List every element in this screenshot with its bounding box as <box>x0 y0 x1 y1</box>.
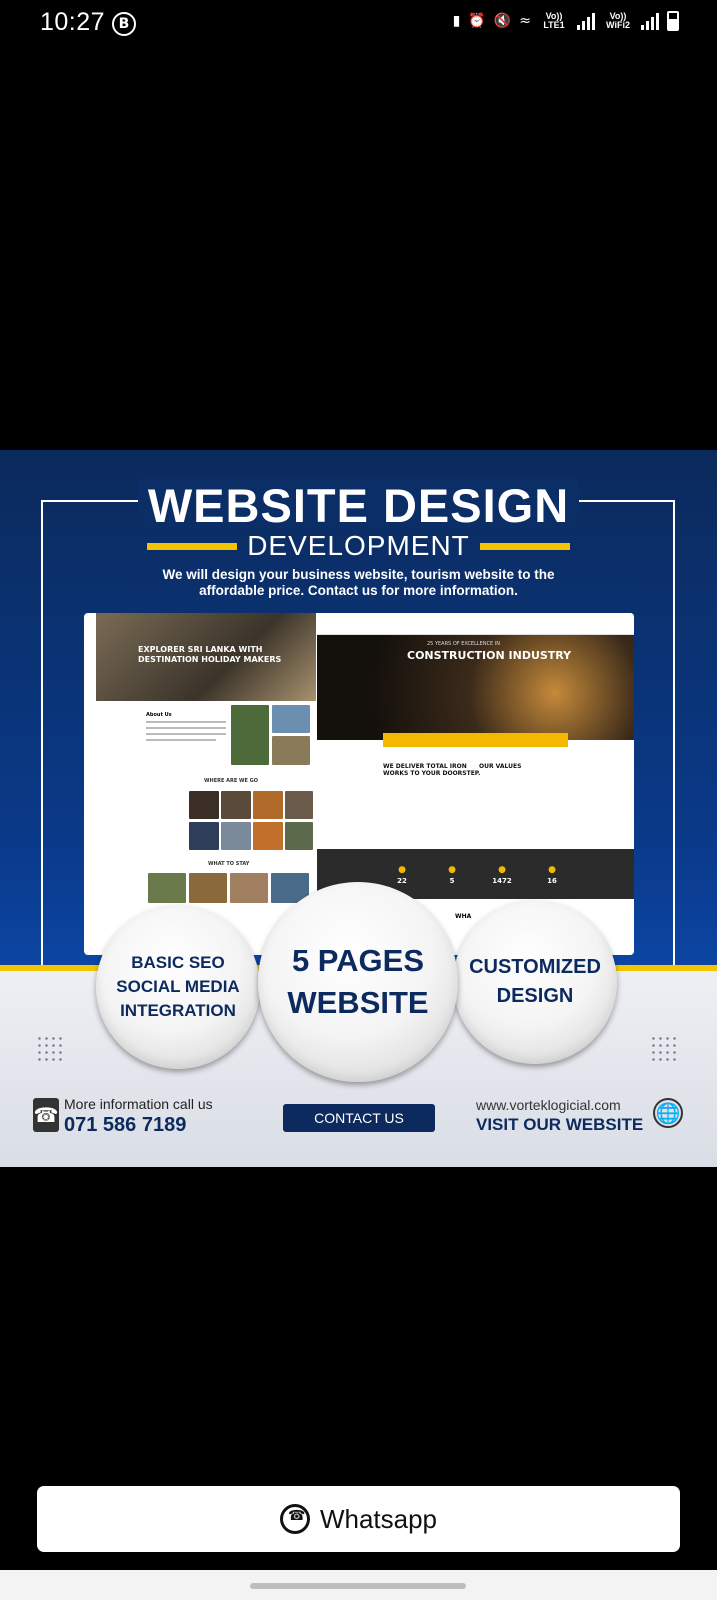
phone-number: 071 586 7189 <box>64 1114 187 1136</box>
stat-icon: ● <box>448 865 456 875</box>
stat-value: 1472 <box>492 877 512 885</box>
wifi-icon: ≈ <box>519 13 531 29</box>
dot-pattern <box>650 1035 680 1065</box>
stat-icon: ● <box>398 865 406 875</box>
b-notification-icon: B <box>112 12 136 36</box>
globe-icon: 🌐 <box>653 1098 683 1128</box>
gallery-photo <box>253 791 283 819</box>
signal-icon <box>641 12 659 30</box>
gallery-photo <box>221 791 251 819</box>
hero-small-text: 25 YEARS OF EXCELLENCE IN <box>427 641 501 647</box>
hotel-photo <box>148 873 186 903</box>
description-line: affordable price. Contact us for more in… <box>199 583 518 598</box>
tourism-site-mockup: EXPLORER SRI LANKA WITH DESTINATION HOLI… <box>96 613 316 955</box>
circle-line: CUSTOMIZED <box>469 956 601 978</box>
circle-line: INTEGRATION <box>120 1001 236 1020</box>
custom-design-circle: CUSTOMIZED DESIGN <box>453 900 617 1064</box>
mock-nav <box>317 613 634 635</box>
description-line: We will design your business website, to… <box>162 567 555 582</box>
yellow-divider <box>479 542 570 550</box>
whatsapp-label: Whatsapp <box>319 1503 438 1534</box>
gallery-photo <box>221 822 251 850</box>
alarm-icon: ⏰ <box>468 13 486 29</box>
gallery-photo <box>189 822 219 850</box>
hotel-photo <box>189 873 227 903</box>
stat-value: 22 <box>397 877 407 885</box>
circle-line: SOCIAL MEDIA <box>116 977 240 996</box>
wifi2-label: Vo)) WiFi2 <box>606 11 630 30</box>
more-info-text: More information call us <box>64 1096 213 1112</box>
mute-icon: 🔇 <box>493 13 512 29</box>
circle-line: 5 PAGES <box>291 943 425 978</box>
clock: 10:27 <box>40 8 106 36</box>
battery-saver-icon: ▮ <box>452 13 461 29</box>
text-placeholder <box>146 727 226 729</box>
stat-item: ● 22 <box>382 865 422 885</box>
dot-pattern <box>36 1035 66 1065</box>
signal-icon <box>577 12 595 30</box>
gallery-photo <box>189 791 219 819</box>
contact-us-label: CONTACT US <box>283 1104 435 1132</box>
poster-description: We will design your business website, to… <box>0 567 717 599</box>
stat-value: 5 <box>449 877 455 885</box>
stat-item: ● 5 <box>432 865 472 885</box>
system-nav-bar <box>0 1570 717 1600</box>
circle-line: DESIGN <box>496 985 574 1007</box>
stat-icon: ● <box>548 865 556 875</box>
stat-item: ● 16 <box>532 865 572 885</box>
values-heading: OUR VALUES <box>479 763 522 770</box>
gallery-photo <box>285 822 313 850</box>
stat-value: 16 <box>547 877 557 885</box>
mock-bottom-text: WHA <box>455 913 472 920</box>
text-placeholder <box>146 739 216 741</box>
lte-label: Vo)) LTE1 <box>543 11 565 30</box>
where-heading: WHERE ARE WE GO <box>204 778 259 784</box>
ad-poster-image: WEBSITE DESIGN DEVELOPMENT We will desig… <box>0 450 717 1167</box>
deliver-heading: WE DELIVER TOTAL IRON WORKS TO YOUR DOOR… <box>383 763 480 777</box>
yellow-divider <box>147 542 238 550</box>
deliver-line: WORKS TO YOUR DOORSTEP. <box>383 770 481 777</box>
tourism-hero-image: EXPLORER SRI LANKA WITH DESTINATION HOLI… <box>96 613 316 701</box>
poster-title: WEBSITE DESIGN <box>0 478 717 533</box>
whatsapp-button[interactable]: Whatsapp <box>37 1486 680 1552</box>
visit-website-text: VISIT OUR WEBSITE <box>476 1115 644 1134</box>
hotel-photo <box>230 873 268 903</box>
website-url: www.vorteklogicial.com <box>476 1097 621 1113</box>
hero-line: EXPLORER SRI LANKA WITH <box>138 645 263 654</box>
construction-hero-image: 25 YEARS OF EXCELLENCE IN CONSTRUCTION I… <box>317 635 634 740</box>
hero-title-text: CONSTRUCTION INDUSTRY <box>407 649 572 662</box>
stat-item: ● 1472 <box>482 865 522 885</box>
about-heading: About Us <box>146 712 172 718</box>
gallery-photo <box>253 822 283 850</box>
waterfall-photo <box>231 705 269 765</box>
pages-feature-circle: 5 PAGES WEBSITE <box>258 882 458 1082</box>
text-placeholder <box>146 721 226 723</box>
circle-line: BASIC SEO <box>131 953 225 972</box>
whatsapp-icon <box>279 1504 310 1534</box>
gesture-handle[interactable] <box>250 1583 466 1589</box>
landscape-photo <box>272 705 310 733</box>
poster-subtitle: DEVELOPMENT <box>247 530 470 561</box>
battery-icon <box>667 11 679 31</box>
phone-icon: ☎ <box>33 1098 59 1132</box>
circle-line: WEBSITE <box>287 985 429 1020</box>
yellow-banner <box>383 733 568 747</box>
stat-icon: ● <box>498 865 506 875</box>
group-photo <box>272 736 310 765</box>
status-bar: 10:27 B ▮ ⏰ 🔇 ≈ Vo)) LTE1 Vo)) WiFi2 <box>0 0 717 50</box>
poster-title-text: WEBSITE DESIGN <box>137 479 580 532</box>
gallery-photo <box>285 791 313 819</box>
stay-heading: WHAT TO STAY <box>208 861 250 867</box>
seo-feature-circle: BASIC SEO SOCIAL MEDIA INTEGRATION <box>96 905 260 1069</box>
deliver-line: WE DELIVER TOTAL IRON <box>383 763 467 770</box>
status-icons: ▮ ⏰ 🔇 ≈ Vo)) LTE1 Vo)) WiFi2 <box>453 10 679 32</box>
hero-line: DESTINATION HOLIDAY MAKERS <box>138 655 282 664</box>
text-placeholder <box>146 733 226 735</box>
subtitle-row: DEVELOPMENT <box>0 530 717 562</box>
tourism-hero-text: EXPLORER SRI LANKA WITH DESTINATION HOLI… <box>138 645 281 665</box>
